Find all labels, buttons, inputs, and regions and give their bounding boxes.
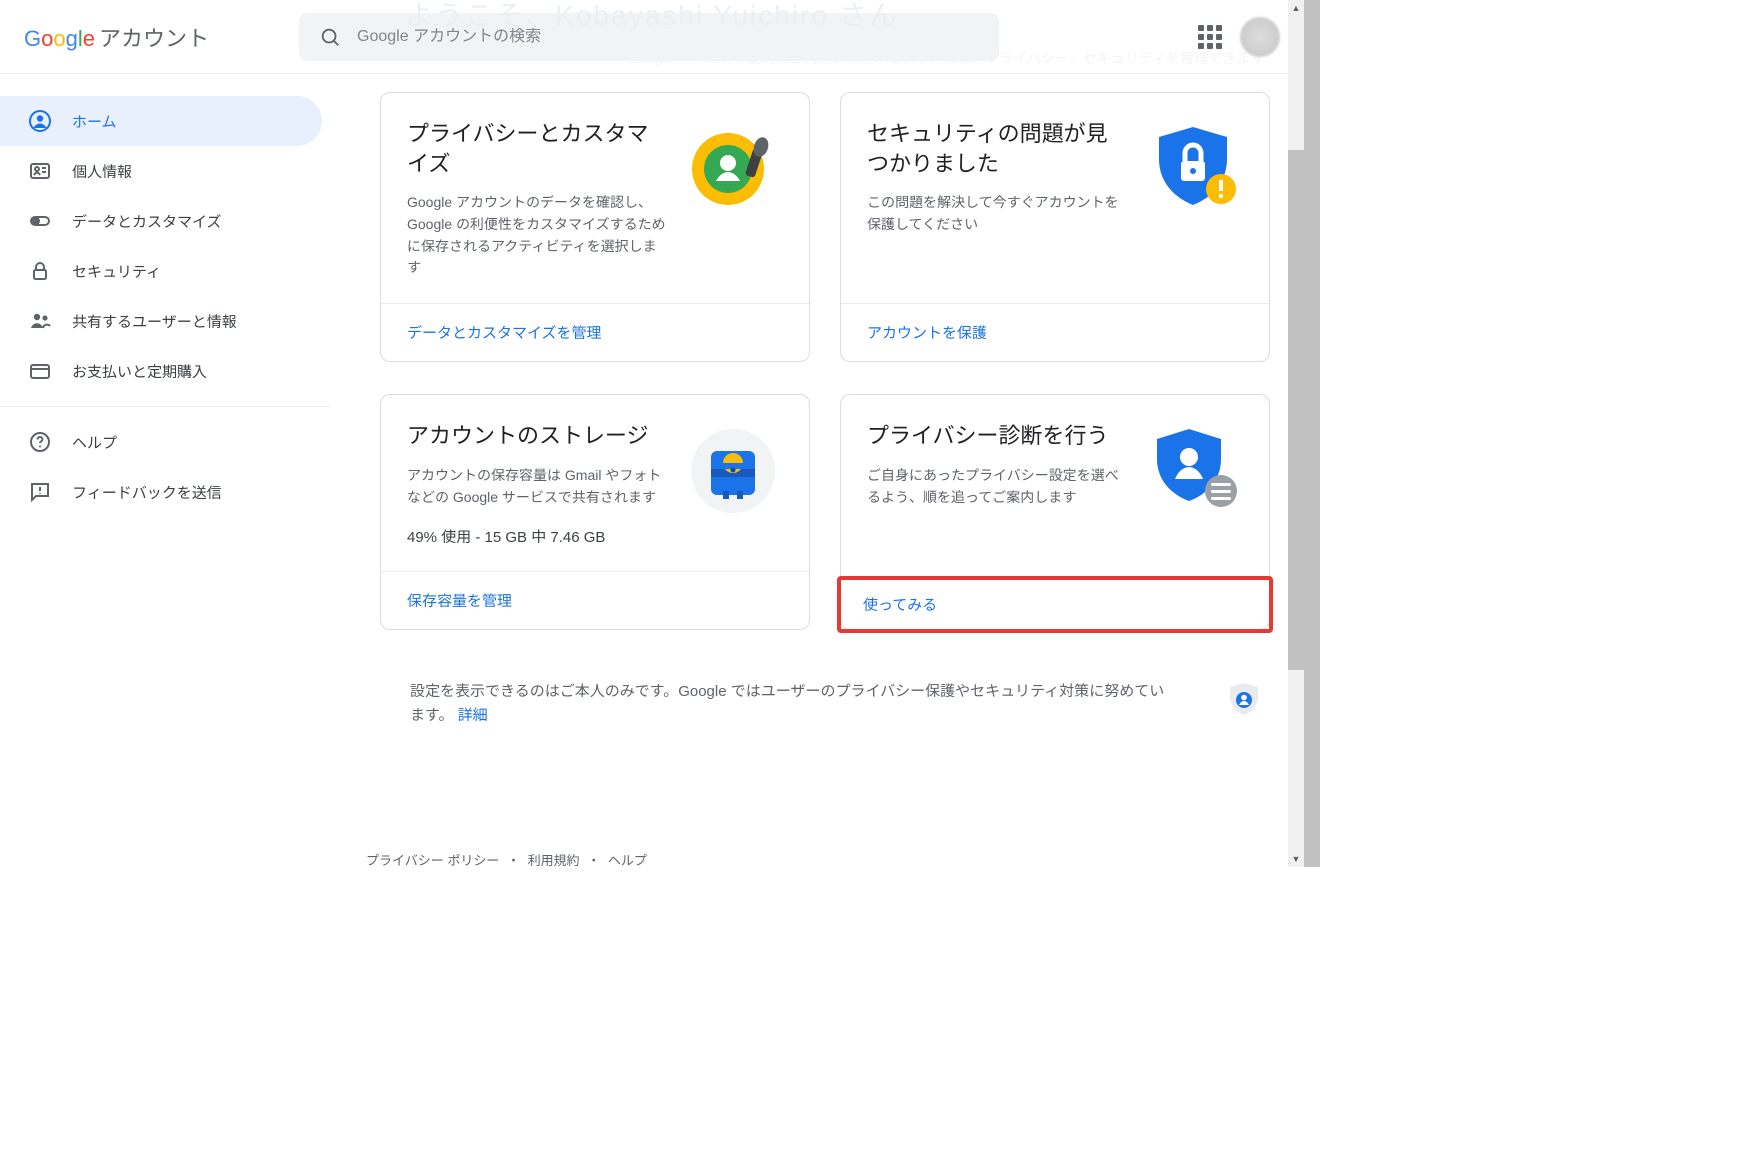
people-icon — [28, 309, 52, 333]
card-desc: Google アカウントのデータを確認し、Google の利便性をカスタマイズす… — [407, 192, 667, 279]
account-label: アカウント — [99, 21, 209, 53]
sidebar-item-personal[interactable]: 個人情報 — [0, 146, 322, 196]
protect-account-link[interactable]: アカウントを保護 — [867, 325, 987, 342]
sidebar-item-security[interactable]: セキュリティ — [0, 246, 322, 296]
privacy-checkup-icon — [1143, 421, 1243, 521]
footer-links: プライバシー ポリシー ・ 利用規約 ・ ヘルプ — [366, 850, 647, 867]
try-privacy-checkup-link[interactable]: 使ってみる — [863, 597, 937, 614]
scrollbar-thumb[interactable] — [1288, 150, 1304, 670]
footnote-details-link[interactable]: 詳細 — [458, 707, 488, 724]
sidebar-item-feedback[interactable]: フィードバックを送信 — [0, 467, 322, 517]
browser-scrollbar[interactable]: ▲ ▼ — [1288, 0, 1304, 867]
card-storage: アカウントのストレージ アカウントの保存容量は Gmail やフォトなどの Go… — [380, 394, 810, 630]
manage-storage-link[interactable]: 保存容量を管理 — [407, 593, 512, 610]
security-shield-icon — [1143, 119, 1243, 219]
card-title: アカウントのストレージ — [407, 421, 667, 451]
sidebar-item-payments[interactable]: お支払いと定期購入 — [0, 346, 322, 396]
help-icon — [28, 430, 52, 454]
scroll-down-arrow-icon[interactable]: ▼ — [1292, 851, 1301, 867]
sidebar-item-label: データとカスタマイズ — [72, 211, 222, 232]
sidebar-item-data[interactable]: データとカスタマイズ — [0, 196, 322, 246]
sidebar-item-label: セキュリティ — [72, 261, 161, 282]
card-security: セキュリティの問題が見つかりました この問題を解決して今すぐアカウントを保護して… — [840, 92, 1270, 362]
card-desc: ご自身にあったプライバシー設定を選べるよう、順を追ってご案内します — [867, 465, 1127, 508]
privacy-illustration-icon — [683, 119, 783, 219]
sidebar-item-label: ホーム — [72, 111, 117, 132]
card-title: プライバシー診断を行う — [867, 421, 1127, 451]
id-card-icon — [28, 159, 52, 183]
footnote: 設定を表示できるのはご本人のみです。Google ではユーザーのプライバシー保護… — [380, 680, 1274, 748]
privacy-policy-link[interactable]: プライバシー ポリシー — [366, 853, 499, 867]
main-content: プライバシーとカスタマイズ Google アカウントのデータを確認し、Googl… — [330, 74, 1304, 867]
avatar[interactable] — [1240, 17, 1280, 57]
google-logo[interactable]: Google アカウント — [24, 21, 209, 53]
highlighted-action: 使ってみる — [837, 576, 1273, 633]
search-input[interactable] — [357, 28, 979, 46]
lock-icon — [28, 259, 52, 283]
terms-link[interactable]: 利用規約 — [528, 853, 580, 867]
app-header: Google アカウント — [0, 0, 1304, 74]
sidebar: ホーム 個人情報 データとカスタマイズ セキュリティ 共有するユーザーと情報 お… — [0, 74, 330, 867]
feedback-icon — [28, 480, 52, 504]
search-box[interactable] — [299, 13, 999, 61]
sidebar-item-label: 共有するユーザーと情報 — [72, 311, 237, 332]
home-icon — [28, 109, 52, 133]
sidebar-item-label: 個人情報 — [72, 161, 132, 182]
sidebar-item-home[interactable]: ホーム — [0, 96, 322, 146]
footnote-text: 設定を表示できるのはご本人のみです。Google ではユーザーのプライバシー保護… — [410, 683, 1164, 724]
sidebar-item-label: ヘルプ — [72, 432, 117, 453]
scroll-up-arrow-icon[interactable]: ▲ — [1292, 0, 1301, 16]
sidebar-item-label: フィードバックを送信 — [72, 482, 222, 503]
sidebar-item-help[interactable]: ヘルプ — [0, 417, 322, 467]
search-icon — [319, 26, 341, 48]
card-desc: この問題を解決して今すぐアカウントを保護してください — [867, 192, 1127, 235]
storage-usage: 49% 使用 - 15 GB 中 7.46 GB — [407, 526, 667, 547]
card-icon — [28, 359, 52, 383]
footnote-shield-icon — [1224, 680, 1264, 725]
manage-data-link[interactable]: データとカスタマイズを管理 — [407, 325, 602, 342]
card-privacy: プライバシーとカスタマイズ Google アカウントのデータを確認し、Googl… — [380, 92, 810, 362]
card-title: プライバシーとカスタマイズ — [407, 119, 667, 178]
apps-icon[interactable] — [1198, 25, 1222, 49]
toggle-icon — [28, 209, 52, 233]
help-link[interactable]: ヘルプ — [608, 853, 647, 867]
card-title: セキュリティの問題が見つかりました — [867, 119, 1127, 178]
card-desc: アカウントの保存容量は Gmail やフォトなどの Google サービスで共有… — [407, 465, 667, 508]
storage-illustration-icon — [683, 421, 783, 521]
sidebar-item-label: お支払いと定期購入 — [72, 361, 207, 382]
card-privacy-checkup: プライバシー診断を行う ご自身にあったプライバシー設定を選べるよう、順を追ってご… — [840, 394, 1270, 630]
sidebar-item-sharing[interactable]: 共有するユーザーと情報 — [0, 296, 322, 346]
